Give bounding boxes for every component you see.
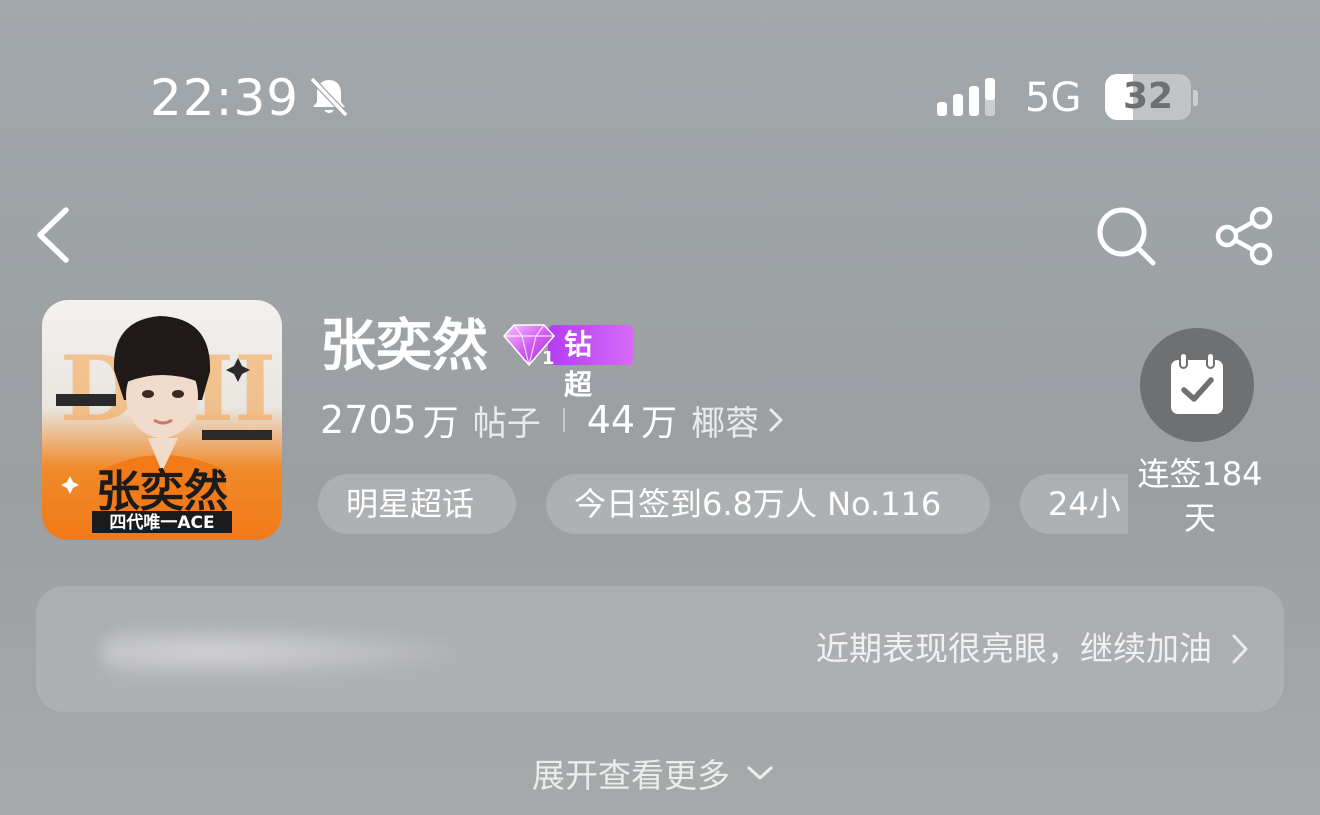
signal-icon <box>937 78 995 116</box>
battery-level: 32 <box>1122 76 1174 117</box>
checkin-button[interactable] <box>1140 328 1254 442</box>
badge-level: 1 <box>542 348 555 368</box>
chevron-left-icon[interactable] <box>30 202 80 268</box>
fans-count: 44 <box>586 398 636 442</box>
calendar-check-icon <box>1171 352 1223 414</box>
battery-cap <box>1193 90 1198 106</box>
tag-list: 明星超话 今日签到6.8万人 No.116 24小 <box>318 474 1128 534</box>
banner-blurred-content <box>102 624 462 680</box>
diamond-icon: 1 <box>502 324 556 368</box>
avatar-caption: 四代唯一ACE <box>109 512 214 533</box>
stats-row[interactable]: 2705 万 帖子 44 万 椰蓉 <box>320 395 785 445</box>
stats-divider <box>562 408 565 432</box>
status-time: 22:39 <box>150 69 300 127</box>
network-type: 5G <box>1025 75 1082 121</box>
avatar[interactable]: D II 张奕然 四代唯一ACE <box>42 300 282 540</box>
tag-checkin-rank[interactable]: 今日签到6.8万人 No.116 <box>546 474 990 534</box>
page-title: 张奕然 <box>320 314 488 379</box>
chevron-right-icon <box>769 408 783 432</box>
chevron-right-icon <box>1232 634 1248 664</box>
avatar-big-name: 张奕然 <box>96 466 228 517</box>
expand-more-label: 展开查看更多 <box>532 756 730 795</box>
expand-more-button[interactable]: 展开查看更多 <box>532 748 774 798</box>
bell-muted-icon <box>309 76 349 118</box>
posts-count: 2705 <box>320 398 417 442</box>
fans-label: 椰蓉 <box>691 403 760 444</box>
banner-text: 近期表现很亮眼，继续加油 <box>816 629 1212 668</box>
chevron-down-icon <box>747 766 773 780</box>
performance-banner[interactable]: 近期表现很亮眼，继续加油 <box>36 586 1284 712</box>
checkin-streak-label: 连签184天 <box>1137 455 1263 537</box>
tag-24h[interactable]: 24小 <box>1020 474 1128 534</box>
battery-icon: 32 <box>1105 74 1191 120</box>
share-icon[interactable] <box>1213 205 1277 267</box>
posts-unit: 万 <box>422 403 459 444</box>
badge-label: 钻超 <box>564 328 593 401</box>
posts-label: 帖子 <box>472 403 541 444</box>
fans-unit: 万 <box>641 403 678 444</box>
tag-category[interactable]: 明星超话 <box>318 474 516 534</box>
search-icon[interactable] <box>1095 205 1157 267</box>
